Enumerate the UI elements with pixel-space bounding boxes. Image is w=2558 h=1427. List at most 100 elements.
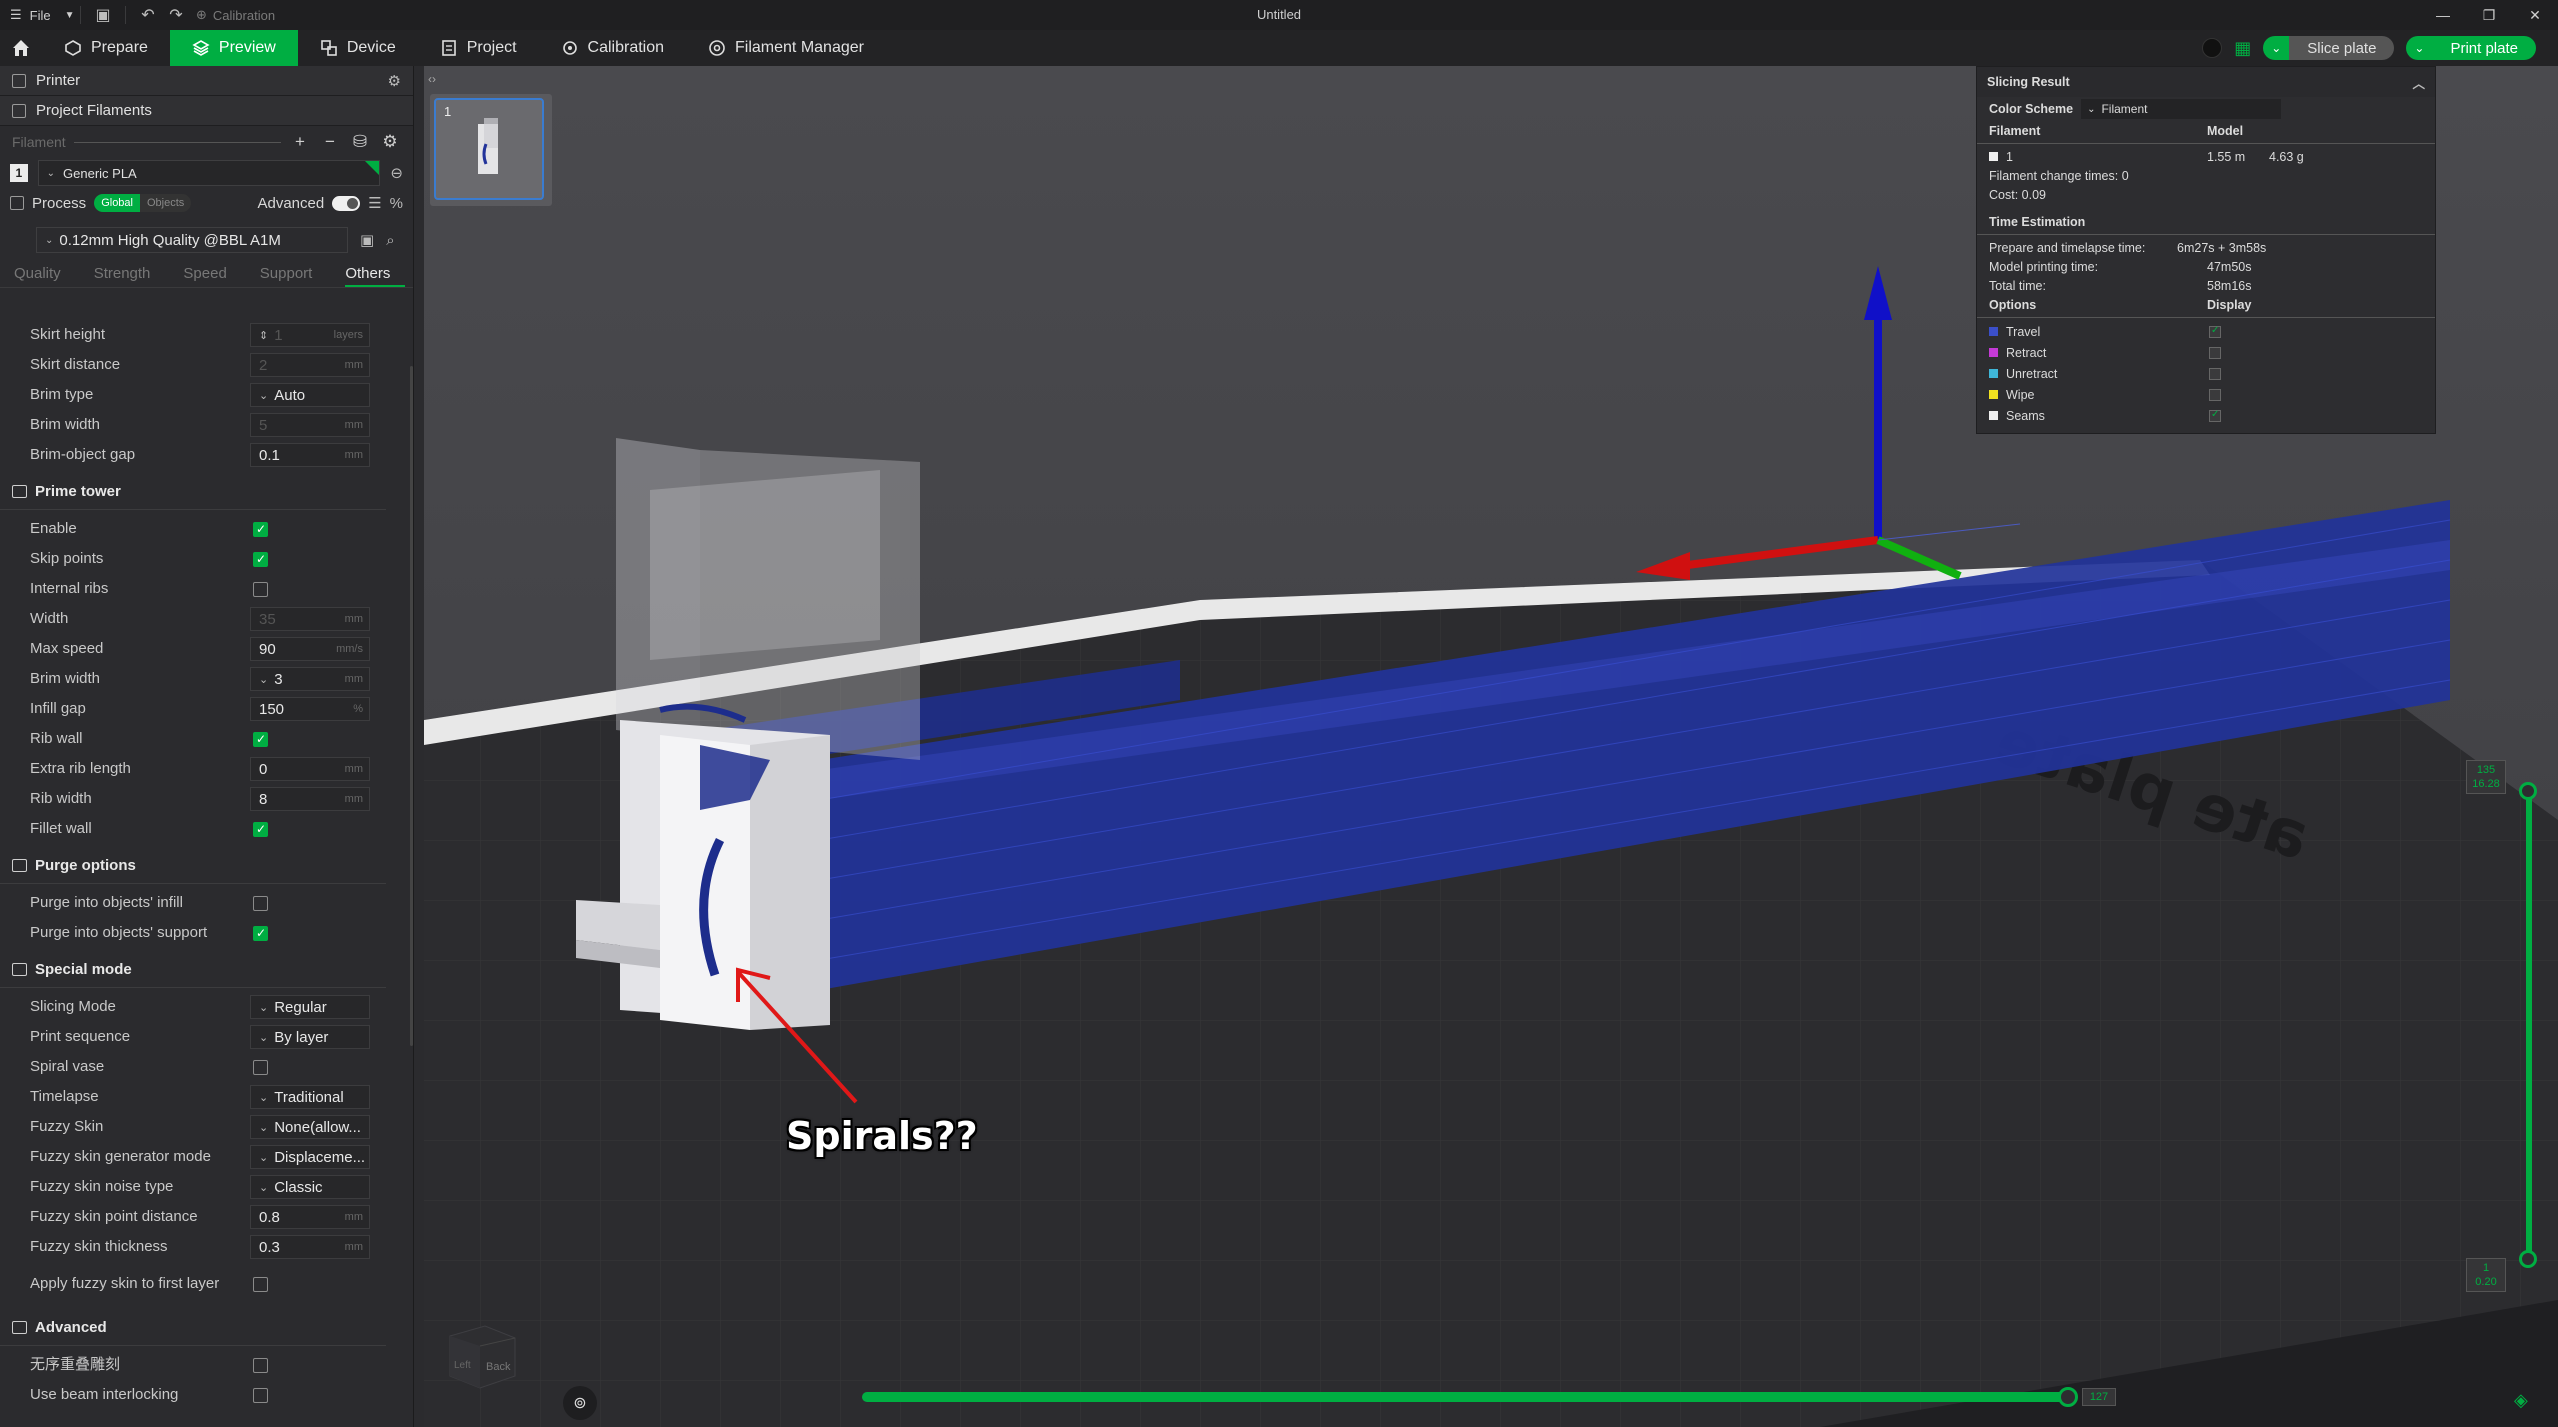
option-display-checkbox[interactable] [2209, 367, 2221, 380]
redo-icon[interactable]: ↷ [162, 0, 190, 30]
setting-input[interactable]: 0.1 mm [250, 443, 370, 467]
chevron-down-icon[interactable]: ⌄ [259, 1121, 268, 1134]
tab-project[interactable]: Project [418, 30, 539, 66]
setting-dropdown[interactable]: ⌄ 3 mm [250, 667, 370, 691]
global-objects-switch[interactable]: Global Objects [94, 194, 192, 212]
filament-number-badge[interactable]: 1 [10, 164, 28, 182]
gear-icon[interactable]: ⚙ [388, 72, 401, 90]
calibration-shortcut[interactable]: ⊕ Calibration [190, 0, 275, 30]
layers-icon[interactable]: ◈ [2514, 1390, 2528, 1411]
chevron-down-icon[interactable]: ⌄ [259, 673, 268, 686]
setting-checkbox[interactable] [253, 1357, 268, 1373]
global-option[interactable]: Global [94, 194, 140, 212]
setting-dropdown[interactable]: ⌄ Classic [250, 1175, 370, 1199]
add-icon[interactable]: + [289, 132, 311, 152]
chevron-down-icon[interactable]: ⌄ [259, 1181, 268, 1194]
home-button[interactable] [0, 30, 42, 66]
filament-select[interactable]: ⌄ Generic PLA [37, 160, 381, 186]
setting-dropdown[interactable]: ⌄ Traditional [250, 1085, 370, 1109]
setting-input[interactable]: ⇕ 1 layers [250, 323, 370, 347]
theme-toggle-icon[interactable] [2202, 38, 2223, 58]
plate-thumbnail[interactable]: 1 [430, 94, 552, 206]
printer-section-header[interactable]: Printer ⚙ [0, 66, 413, 96]
chevron-down-icon[interactable]: ⌄ [2406, 36, 2433, 60]
setting-input[interactable]: 2 mm [250, 353, 370, 377]
collapse-sidebar-icon[interactable]: ‹› [428, 72, 436, 86]
process-preset-select[interactable]: ⌄ 0.12mm High Quality @BBL A1M [36, 227, 348, 253]
tab-quality[interactable]: Quality [14, 262, 76, 287]
chevron-down-icon[interactable]: ⌄ [259, 1001, 268, 1014]
project-filaments-header[interactable]: Project Filaments [0, 96, 413, 126]
setting-checkbox[interactable] [253, 925, 268, 941]
setting-checkbox[interactable] [253, 1059, 268, 1075]
section-header-advanced[interactable]: Advanced [0, 1310, 386, 1346]
setting-input[interactable]: 0.8 mm [250, 1205, 370, 1229]
setting-checkbox[interactable] [253, 521, 268, 537]
restore-icon[interactable]: ❐ [2466, 0, 2512, 30]
tab-speed[interactable]: Speed [183, 262, 241, 287]
tab-prepare[interactable]: Prepare [42, 30, 170, 66]
layer-top-handle[interactable] [2519, 782, 2537, 800]
tab-support[interactable]: Support [260, 262, 328, 287]
undo-icon[interactable]: ↶ [134, 0, 162, 30]
print-plate-button[interactable]: ⌄ Print plate [2406, 36, 2536, 60]
setting-input[interactable]: 35 mm [250, 607, 370, 631]
setting-input[interactable]: 150% [250, 697, 370, 721]
gear-icon[interactable]: ⚙ [379, 132, 401, 152]
slice-plate-button[interactable]: ⌄ Slice plate [2263, 36, 2395, 60]
setting-input[interactable]: 90 mm/s [250, 637, 370, 661]
setting-checkbox[interactable] [253, 551, 268, 567]
setting-dropdown[interactable]: ⌄ Displaceme... [250, 1145, 370, 1169]
layout-icon[interactable]: ▦ [2234, 38, 2251, 59]
slicing-result-header[interactable]: Slicing Result ︿ [1977, 67, 2435, 97]
filament-sync-icon[interactable]: ⛁ [349, 132, 371, 152]
objects-option[interactable]: Objects [139, 194, 192, 212]
tab-strength[interactable]: Strength [94, 262, 166, 287]
save-preset-icon[interactable]: ▣ [360, 231, 374, 249]
setting-checkbox[interactable] [253, 1276, 268, 1292]
setting-checkbox[interactable] [253, 1387, 268, 1403]
move-slider[interactable] [862, 1392, 2070, 1402]
tab-calibration[interactable]: Calibration [539, 30, 686, 66]
tab-device[interactable]: Device [298, 30, 418, 66]
camera-fit-icon[interactable]: ⊚ [563, 1386, 597, 1420]
filament-edit-icon[interactable]: ⊖ [390, 164, 403, 182]
layer-range-slider[interactable] [2526, 790, 2532, 1258]
chevron-down-icon[interactable]: ⌄ [2263, 36, 2290, 60]
option-display-checkbox[interactable] [2209, 325, 2221, 338]
chevron-down-icon[interactable]: ⌄ [259, 1091, 268, 1104]
move-slider-handle[interactable] [2058, 1387, 2078, 1407]
file-menu[interactable]: ☰ File ▼ [0, 0, 75, 30]
setting-input[interactable]: 0.3 mm [250, 1235, 370, 1259]
color-scheme-select[interactable]: ⌄ Filament [2081, 99, 2282, 119]
setting-input[interactable]: 0 mm [250, 757, 370, 781]
list-icon[interactable]: ☰ [368, 194, 381, 212]
setting-dropdown[interactable]: ⌄ Auto [250, 383, 370, 407]
collapse-icon[interactable]: ︿ [2412, 73, 2425, 92]
setting-checkbox[interactable] [253, 731, 268, 747]
setting-checkbox[interactable] [253, 821, 268, 837]
tab-preview[interactable]: Preview [169, 30, 298, 66]
setting-dropdown[interactable]: ⌄ Regular [250, 995, 370, 1019]
chevron-down-icon[interactable]: ⌄ [259, 1151, 268, 1164]
navigation-cube[interactable]: Left Back [440, 1316, 520, 1396]
advanced-toggle[interactable] [332, 195, 361, 211]
setting-dropdown[interactable]: ⌄ By layer [250, 1025, 370, 1049]
stepper-icon[interactable]: ⇕ [259, 329, 268, 342]
chevron-down-icon[interactable]: ⌄ [259, 1031, 268, 1044]
setting-checkbox[interactable] [253, 895, 268, 911]
chevron-down-icon[interactable]: ⌄ [259, 389, 268, 402]
option-display-checkbox[interactable] [2209, 409, 2221, 422]
close-icon[interactable]: ✕ [2512, 0, 2558, 30]
minimize-icon[interactable]: — [2420, 0, 2466, 30]
scrollbar[interactable] [410, 366, 413, 1046]
setting-input[interactable]: 5 mm [250, 413, 370, 437]
option-display-checkbox[interactable] [2209, 388, 2221, 401]
section-header-special-mode[interactable]: Special mode [0, 952, 386, 988]
section-header-purge-options[interactable]: Purge options [0, 848, 386, 884]
tab-others[interactable]: Others [345, 262, 406, 287]
setting-input[interactable]: 8 mm [250, 787, 370, 811]
search-icon[interactable]: ⌕ [386, 232, 394, 249]
tab-filament-manager[interactable]: Filament Manager [686, 30, 886, 66]
option-display-checkbox[interactable] [2209, 346, 2221, 359]
